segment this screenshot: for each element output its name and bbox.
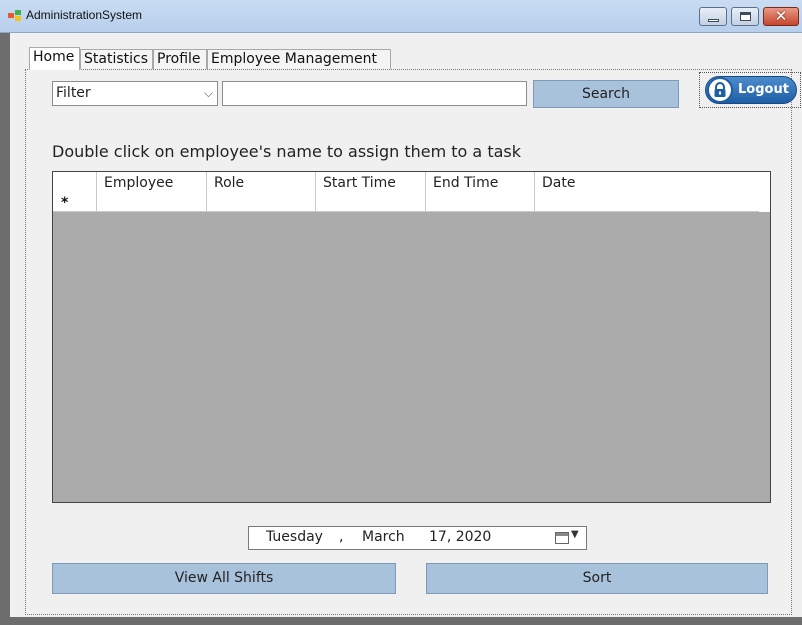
- calendar-dropdown-icon[interactable]: ▼: [571, 529, 579, 540]
- row-header-corner: [53, 172, 97, 194]
- cell-role[interactable]: [207, 194, 316, 212]
- tab-employee-management[interactable]: Employee Management: [207, 49, 391, 69]
- grid-header: Employee Role Start Time End Time Date: [53, 172, 770, 195]
- title-bar[interactable]: AdministrationSystem ✕: [0, 0, 802, 33]
- cell-employee[interactable]: [97, 194, 207, 212]
- close-icon: ✕: [774, 7, 788, 25]
- chevron-down-icon[interactable]: ⌵: [204, 82, 213, 105]
- column-header-start-time[interactable]: Start Time: [316, 172, 426, 194]
- close-button[interactable]: ✕: [763, 7, 799, 26]
- date-month[interactable]: March: [362, 529, 405, 545]
- logout-focus-frame: Logout: [699, 72, 801, 108]
- cell-end-time[interactable]: [426, 194, 535, 212]
- filter-dropdown[interactable]: Filter ⌵: [52, 81, 218, 106]
- client-area: Home Statistics Profile Employee Managem…: [10, 33, 802, 617]
- minimize-button[interactable]: [699, 7, 727, 26]
- date-weekday[interactable]: Tuesday: [266, 529, 323, 545]
- view-all-shifts-button[interactable]: View All Shifts: [52, 563, 396, 594]
- date-separator: ,: [339, 529, 344, 545]
- search-input[interactable]: [222, 81, 527, 106]
- employee-grid[interactable]: Employee Role Start Time End Time Date *: [52, 171, 771, 503]
- minimize-icon: [708, 19, 719, 22]
- column-header-role[interactable]: Role: [207, 172, 316, 194]
- tab-profile[interactable]: Profile: [153, 49, 207, 69]
- instruction-text: Double click on employee's name to assig…: [52, 142, 521, 161]
- cell-date[interactable]: [535, 194, 759, 212]
- table-row[interactable]: *: [53, 194, 770, 212]
- calendar-icon[interactable]: [555, 532, 569, 544]
- cell-start-time[interactable]: [316, 194, 426, 212]
- maximize-icon: [740, 12, 751, 21]
- column-header-end-time[interactable]: End Time: [426, 172, 535, 194]
- lock-icon: [707, 77, 733, 103]
- filter-dropdown-value: Filter: [56, 85, 91, 101]
- new-row-marker: *: [61, 195, 69, 211]
- maximize-button[interactable]: [731, 7, 759, 26]
- row-header[interactable]: *: [53, 194, 97, 212]
- date-day-year[interactable]: 17, 2020: [429, 529, 491, 545]
- date-picker[interactable]: Tuesday , March 17, 2020 ▼: [248, 526, 587, 550]
- app-window: AdministrationSystem ✕ Home Statistics P…: [0, 0, 802, 625]
- logout-button[interactable]: Logout: [705, 76, 797, 104]
- search-button[interactable]: Search: [533, 80, 679, 108]
- tab-home[interactable]: Home: [29, 47, 80, 70]
- column-header-date[interactable]: Date: [535, 172, 759, 194]
- column-header-employee[interactable]: Employee: [97, 172, 207, 194]
- app-icon: [8, 10, 22, 22]
- window-title: AdministrationSystem: [26, 8, 143, 22]
- logout-label: Logout: [738, 82, 789, 97]
- tab-statistics[interactable]: Statistics: [80, 49, 153, 69]
- sort-button[interactable]: Sort: [426, 563, 768, 594]
